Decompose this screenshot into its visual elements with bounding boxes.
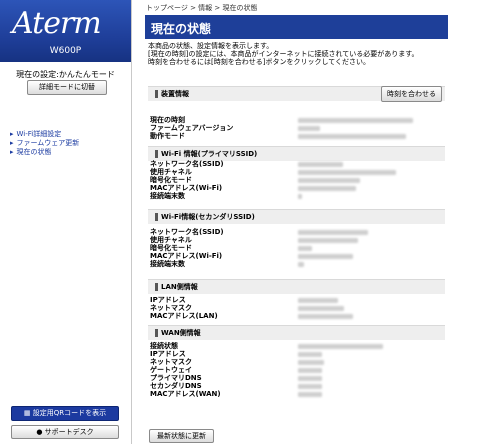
section-marker — [155, 329, 158, 337]
show-qr-code-button[interactable]: ▦ 設定用QRコードを表示 — [11, 406, 119, 421]
blurred-value — [298, 126, 320, 131]
sidebar: Aterm W600P 現在の設定:かんたんモード 詳細モードに切替 ▸ Wi-F… — [0, 0, 132, 444]
blurred-value — [298, 238, 358, 243]
blurred-value — [298, 306, 344, 311]
set-time-button[interactable]: 時刻を合わせる — [381, 86, 442, 102]
page-title-bar: 現在の状態 — [145, 15, 448, 39]
section-header-wan: WAN側情報 — [148, 325, 445, 340]
blurred-value — [298, 384, 322, 389]
section-marker — [155, 283, 158, 291]
blurred-value — [298, 352, 322, 357]
blurred-value — [298, 186, 356, 191]
blurred-value — [298, 178, 360, 183]
blurred-value — [298, 254, 353, 259]
arrow-icon: ● — [36, 428, 45, 436]
blurred-value — [298, 262, 304, 267]
blurred-value — [298, 360, 324, 365]
blurred-value — [298, 298, 338, 303]
blurred-value — [298, 194, 302, 199]
bullet-icon: ▸ — [10, 130, 14, 138]
blurred-value — [298, 230, 368, 235]
support-desk-button[interactable]: ● サポートデスク — [11, 425, 119, 439]
blurred-value — [298, 344, 383, 349]
refresh-status-button[interactable]: 最新状態に更新 — [149, 429, 214, 443]
sidebar-nav: ▸ Wi-Fi詳細設定 ▸ ファームウェア更新 ▸ 現在の状態 — [10, 130, 79, 157]
bullet-icon: ▸ — [10, 139, 14, 147]
logo-area: Aterm W600P — [0, 0, 131, 62]
aterm-logo: Aterm — [12, 6, 102, 41]
blurred-value — [298, 376, 322, 381]
blurred-value — [298, 118, 413, 123]
sidebar-item-current-status[interactable]: ▸ 現在の状態 — [10, 148, 79, 157]
section-header-lan: LAN側情報 — [148, 279, 445, 294]
blurred-value — [298, 368, 322, 373]
blurred-value — [298, 170, 396, 175]
section-header-wifi-primary: Wi-Fi 情報(プライマリSSID) — [148, 146, 445, 161]
section-marker — [155, 213, 158, 221]
section-marker — [155, 150, 158, 158]
intro-text: 本商品の状態、設定情報を表示します。 [現在の時刻]の設定には、本商品がインター… — [148, 42, 419, 66]
model-name: W600P — [49, 46, 82, 56]
current-mode-text: 現在の設定:かんたんモード — [16, 70, 115, 79]
sidebar-item-firmware-update[interactable]: ▸ ファームウェア更新 — [10, 139, 79, 148]
switch-detail-mode-button[interactable]: 詳細モードに切替 — [27, 80, 107, 95]
page-title: 現在の状態 — [151, 22, 212, 36]
blurred-value — [298, 246, 312, 251]
breadcrumb: トップページ > 情報 > 現在の状態 — [146, 4, 258, 12]
blurred-value — [298, 134, 406, 139]
section-marker — [155, 90, 158, 98]
bullet-icon: ▸ — [10, 148, 14, 156]
sidebar-item-wifi-settings[interactable]: ▸ Wi-Fi詳細設定 — [10, 130, 79, 139]
blurred-value — [298, 314, 353, 319]
qr-icon: ▦ — [23, 409, 33, 417]
blurred-value — [298, 392, 322, 397]
blurred-value — [298, 162, 343, 167]
section-header-wifi-secondary: Wi-Fi情報(セカンダリSSID) — [148, 209, 445, 224]
